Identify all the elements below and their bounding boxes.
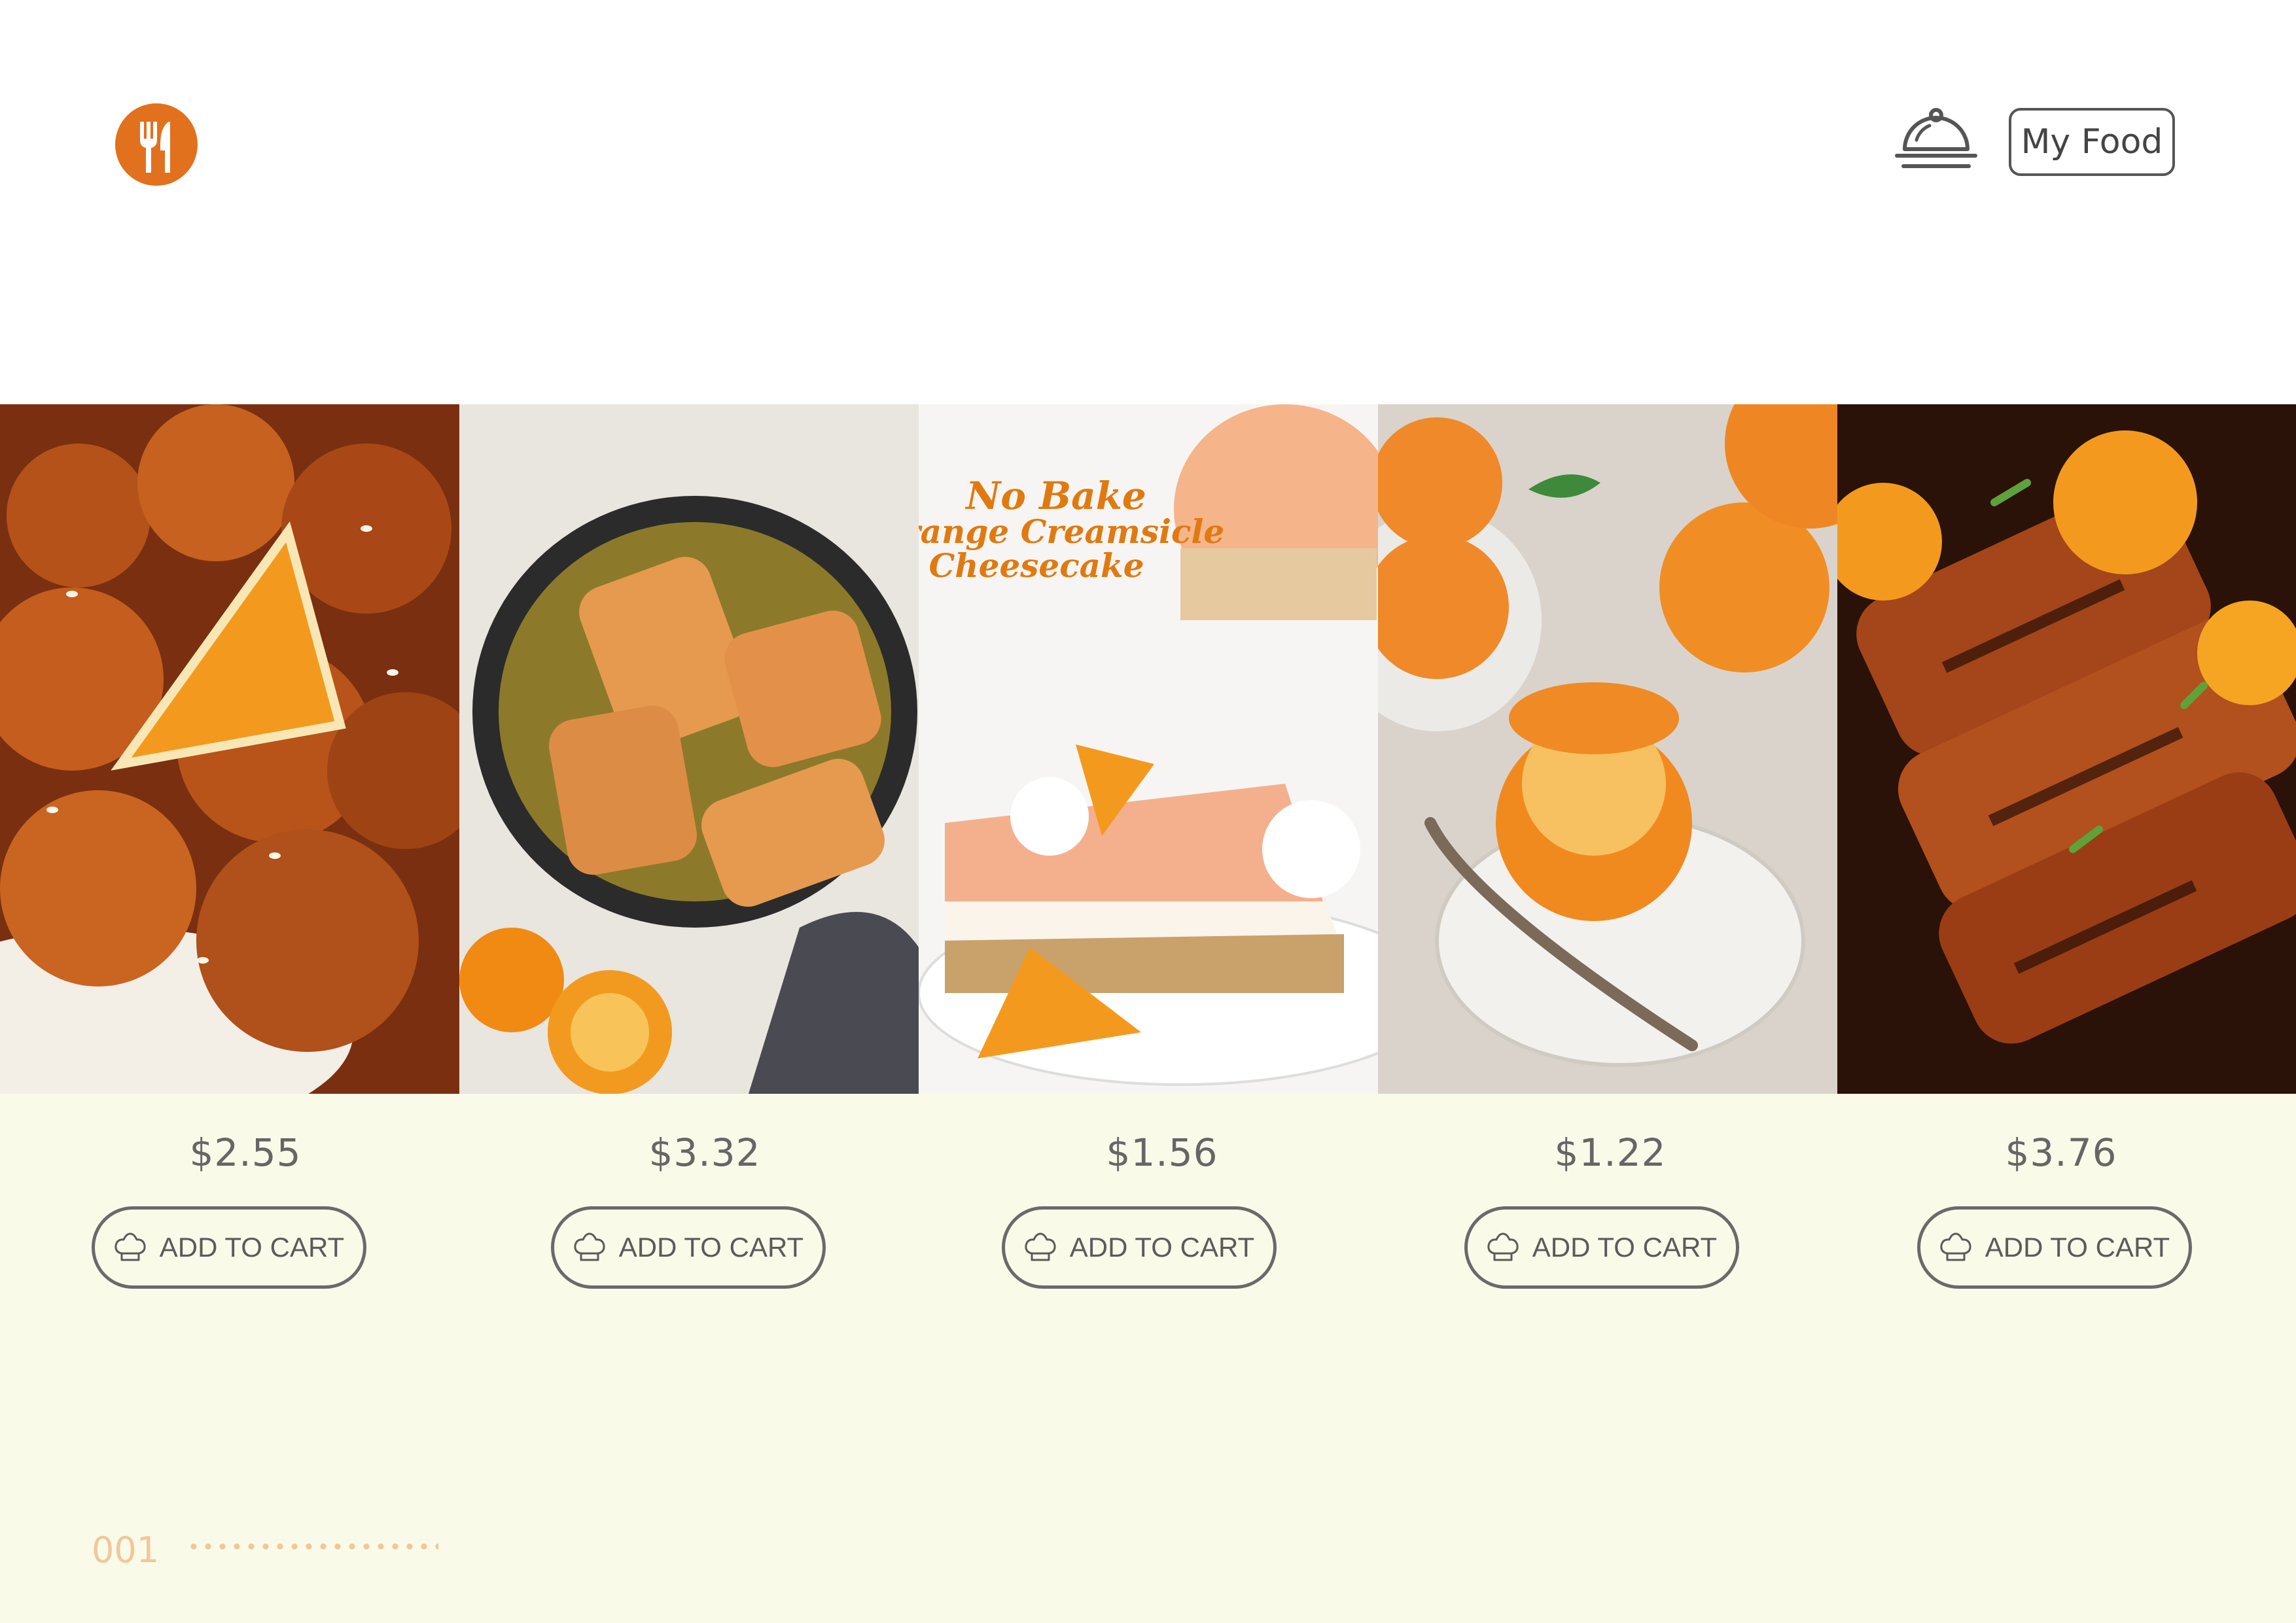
chef-hat-icon [1487, 1232, 1519, 1261]
product-photo-orange-salmon[interactable] [459, 404, 919, 1094]
creamsicle-cheesecake-image: No Bake Orange Creamsicle Cheesecake [919, 404, 1378, 1094]
add-to-cart-label: ADD TO CART [159, 1232, 345, 1263]
cheesecake-title-line1: No Bake [964, 474, 1146, 518]
top-bar: My Food [0, 0, 2296, 404]
product-photo-orange-chicken[interactable] [0, 404, 459, 1094]
add-to-cart-label: ADD TO CART [1532, 1232, 1718, 1263]
orange-sorbet-image [1378, 404, 1837, 1094]
dotted-divider [186, 1543, 438, 1550]
add-to-cart-button[interactable]: ADD TO CART [1002, 1206, 1277, 1289]
add-to-cart-button[interactable]: ADD TO CART [1917, 1206, 2192, 1289]
cheesecake-title-line3: Cheesecake [928, 546, 1144, 585]
chef-hat-icon [115, 1232, 146, 1261]
add-to-cart-button[interactable]: ADD TO CART [1464, 1206, 1739, 1289]
food-cloche-icon[interactable] [1894, 106, 1978, 174]
page-number: 001 [92, 1529, 160, 1571]
add-to-cart-button[interactable]: ADD TO CART [551, 1206, 826, 1289]
price-label: $1.22 [1554, 1130, 1667, 1175]
orange-salmon-pan-image [459, 404, 919, 1094]
add-to-cart-button[interactable]: ADD TO CART [92, 1206, 366, 1289]
product-photo-orange-sorbet[interactable] [1378, 404, 1837, 1094]
chef-hat-icon [1940, 1232, 1971, 1261]
price-label: $2.55 [189, 1130, 302, 1175]
product-photo-glazed-salmon[interactable] [1837, 404, 2296, 1094]
fork-knife-icon[interactable] [115, 103, 198, 186]
add-to-cart-label: ADD TO CART [1069, 1232, 1255, 1263]
my-food-label: My Food [2021, 122, 2163, 162]
my-food-button[interactable]: My Food [2009, 108, 2175, 176]
price-label: $1.56 [1106, 1130, 1218, 1175]
add-to-cart-label: ADD TO CART [1985, 1232, 2170, 1263]
chef-hat-icon [1025, 1232, 1056, 1261]
product-photo-creamsicle-cheesecake[interactable]: No Bake Orange Creamsicle Cheesecake [919, 404, 1378, 1094]
glazed-salmon-image [1837, 404, 2296, 1094]
product-photo-strip: No Bake Orange Creamsicle Cheesecake [0, 404, 2296, 1094]
cheesecake-title-line2: Orange Creamsicle [919, 512, 1224, 551]
orange-chicken-image [0, 404, 459, 1094]
chef-hat-icon [574, 1232, 605, 1261]
add-to-cart-label: ADD TO CART [618, 1232, 804, 1263]
price-label: $3.76 [2005, 1130, 2117, 1175]
price-label: $3.32 [648, 1130, 761, 1175]
